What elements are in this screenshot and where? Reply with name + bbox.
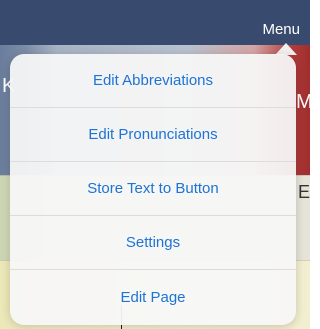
settings-item[interactable]: Settings <box>10 216 296 270</box>
menu-popover: Edit Abbreviations Edit Pronunciations S… <box>10 54 296 325</box>
store-text-to-button-item[interactable]: Store Text to Button <box>10 162 296 216</box>
top-bar: Menu <box>0 0 310 45</box>
background-button-label: E <box>298 182 311 202</box>
menu-button[interactable]: Menu <box>262 21 300 39</box>
edit-pronunciations-item[interactable]: Edit Pronunciations <box>10 108 296 162</box>
background-button-label: M <box>296 91 313 113</box>
edit-page-item[interactable]: Edit Page <box>10 270 296 325</box>
edit-abbreviations-item[interactable]: Edit Abbreviations <box>10 54 296 108</box>
